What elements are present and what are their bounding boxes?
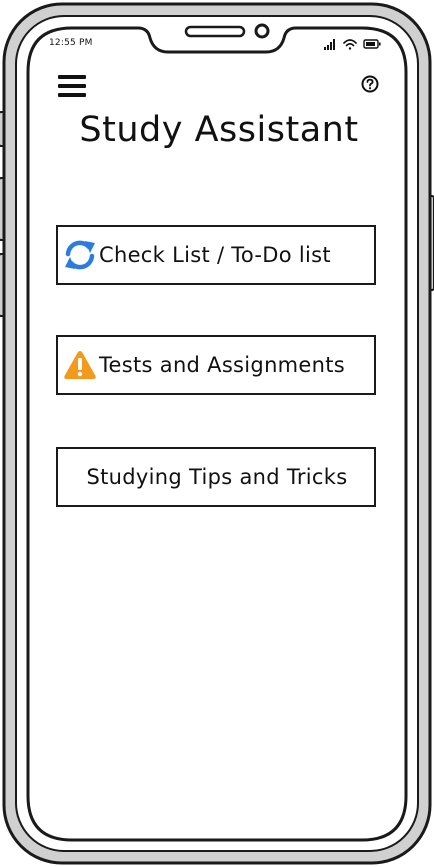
wifi-icon	[343, 39, 357, 50]
studying-tips-button[interactable]: Studying Tips and Tricks	[56, 447, 376, 507]
hamburger-menu-icon[interactable]	[58, 74, 86, 98]
status-time: 12:55 PM	[49, 38, 93, 48]
battery-icon	[363, 39, 381, 49]
checklist-todo-button[interactable]: Check List / To-Do list	[56, 225, 376, 285]
tests-assignments-button[interactable]: Tests and Assignments	[56, 335, 376, 395]
help-icon[interactable]	[361, 75, 379, 93]
cellular-signal-icon	[324, 39, 335, 50]
status-icons	[324, 39, 381, 50]
page-title: Study Assistant	[79, 110, 359, 150]
checklist-todo-label: Check List / To-Do list	[99, 243, 331, 267]
studying-tips-label: Studying Tips and Tricks	[86, 465, 348, 489]
warning-icon	[64, 351, 96, 379]
tests-assignments-label: Tests and Assignments	[99, 353, 346, 377]
refresh-icon	[65, 240, 95, 270]
